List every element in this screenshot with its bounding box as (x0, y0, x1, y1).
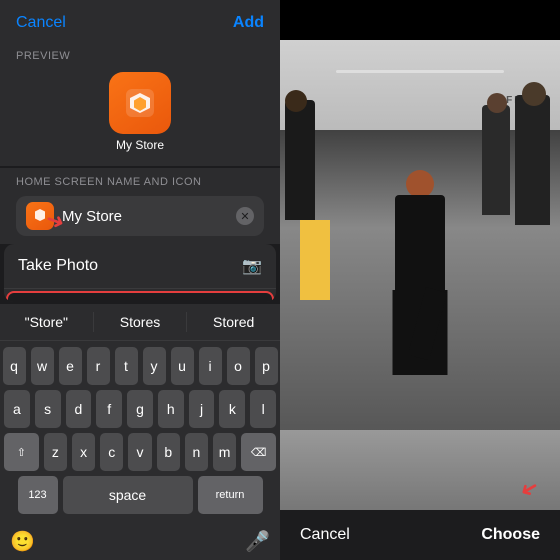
top-bar: Cancel Add (0, 0, 280, 42)
bg-person-3 (482, 105, 510, 215)
microphone-icon[interactable]: 🎤 (245, 529, 270, 554)
key-m[interactable]: m (213, 433, 236, 471)
keyboard-row-4: 123 space return (4, 476, 276, 514)
dropdown-menu: Take Photo 📷 Choose Photo 🖼 Choose File … (4, 244, 276, 302)
cancel-button[interactable]: Cancel (16, 14, 66, 32)
photo-choose-button[interactable]: Choose (481, 526, 540, 544)
key-i[interactable]: i (199, 347, 222, 385)
suggestion-stored[interactable]: Stored (187, 312, 280, 332)
key-e[interactable]: e (59, 347, 82, 385)
keyboard: q w e r t y u i o p a s d f g h j k l ⇧ … (0, 341, 280, 523)
preview-app-name: My Store (116, 138, 164, 152)
key-j[interactable]: j (189, 390, 215, 428)
key-p[interactable]: p (255, 347, 278, 385)
key-a[interactable]: a (4, 390, 30, 428)
key-q[interactable]: q (3, 347, 26, 385)
bg-person-1 (285, 100, 315, 220)
key-k[interactable]: k (219, 390, 245, 428)
bg-head-2 (522, 82, 546, 106)
camera-icon: 📷 (242, 256, 262, 276)
key-return[interactable]: return (198, 476, 263, 514)
left-panel: Cancel Add PREVIEW My Store HOME SCREEN … (0, 0, 280, 560)
key-shift[interactable]: ⇧ (4, 433, 39, 471)
bg-person-2 (515, 95, 550, 225)
key-d[interactable]: d (66, 390, 92, 428)
key-l[interactable]: l (250, 390, 276, 428)
clear-button[interactable]: ✕ (236, 207, 254, 225)
suggestion-stores[interactable]: Stores (94, 312, 188, 332)
app-icon-preview (109, 72, 171, 134)
photo-view: OFFICE (280, 40, 560, 510)
key-n[interactable]: n (185, 433, 208, 471)
key-u[interactable]: u (171, 347, 194, 385)
emoji-icon[interactable]: 🙂 (10, 529, 35, 554)
key-f[interactable]: f (96, 390, 122, 428)
child-legs (393, 290, 448, 375)
key-v[interactable]: v (128, 433, 151, 471)
key-numbers[interactable]: 123 (18, 476, 58, 514)
left-leg (393, 290, 415, 375)
take-photo-item[interactable]: Take Photo 📷 (4, 244, 276, 289)
keyboard-row-1: q w e r t y u i o p (4, 347, 276, 385)
key-b[interactable]: b (157, 433, 180, 471)
key-r[interactable]: r (87, 347, 110, 385)
light-strip (336, 70, 504, 73)
home-section: HOME SCREEN NAME AND ICON My Store ✕ ➜ (0, 168, 280, 244)
black-bar-top (280, 0, 560, 40)
home-section-label: HOME SCREEN NAME AND ICON (16, 176, 264, 188)
right-panel: OFFICE (280, 0, 560, 560)
preview-label: PREVIEW (16, 50, 264, 62)
take-photo-label: Take Photo (18, 257, 98, 275)
keyboard-row-2: a s d f g h j k l (4, 390, 276, 428)
key-x[interactable]: x (72, 433, 95, 471)
key-y[interactable]: y (143, 347, 166, 385)
child-body (395, 195, 445, 295)
photo-scene: OFFICE (280, 40, 560, 510)
suggestions-row: "Store" Stores Stored (0, 304, 280, 341)
floor (280, 430, 560, 510)
preview-section: PREVIEW My Store (0, 42, 280, 166)
key-z[interactable]: z (44, 433, 67, 471)
keyboard-row-3: ⇧ z x c v b n m ⌫ (4, 433, 276, 471)
photo-content: OFFICE (280, 40, 560, 510)
keyboard-bottom-bar: 🙂 🎤 (0, 523, 280, 560)
app-name-text: My Store (62, 208, 228, 225)
bg-head-1 (285, 90, 307, 112)
key-c[interactable]: c (100, 433, 123, 471)
child-head (406, 170, 434, 198)
bg-head-3 (487, 93, 507, 113)
key-w[interactable]: w (31, 347, 54, 385)
key-o[interactable]: o (227, 347, 250, 385)
photo-cancel-button[interactable]: Cancel (300, 526, 350, 544)
key-backspace[interactable]: ⌫ (241, 433, 276, 471)
key-h[interactable]: h (158, 390, 184, 428)
preview-icon-container: My Store (16, 72, 264, 152)
key-t[interactable]: t (115, 347, 138, 385)
add-button[interactable]: Add (233, 14, 264, 32)
key-space[interactable]: space (63, 476, 193, 514)
choose-photo-item[interactable]: Choose Photo 🖼 (6, 291, 274, 302)
yellow-element (300, 220, 330, 300)
suggestion-store-quoted[interactable]: "Store" (0, 312, 94, 332)
key-g[interactable]: g (127, 390, 153, 428)
right-bottom-bar: Cancel Choose (280, 510, 560, 560)
key-s[interactable]: s (35, 390, 61, 428)
